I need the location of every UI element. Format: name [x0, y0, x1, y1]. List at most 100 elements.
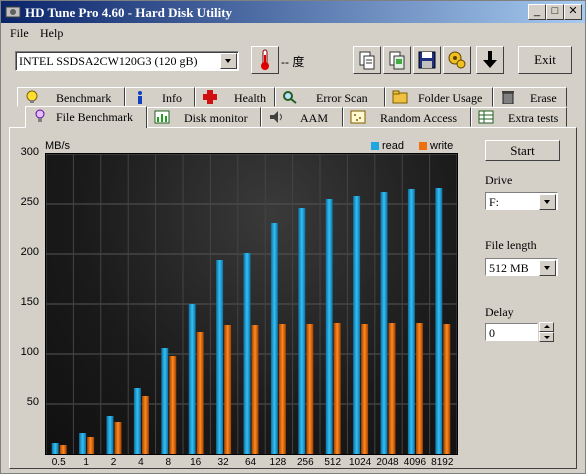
- drive-label: Drive: [485, 173, 513, 187]
- tab-disk-monitor[interactable]: Disk monitor: [147, 107, 261, 127]
- tab-label: File Benchmark: [56, 110, 133, 124]
- tab-benchmark[interactable]: Benchmark: [17, 87, 125, 107]
- chevron-down-icon[interactable]: [220, 53, 237, 69]
- x-tick-label: 16: [190, 457, 202, 468]
- menu-help[interactable]: Help: [40, 26, 63, 41]
- drive-letter-select[interactable]: F:: [485, 192, 558, 210]
- tab-label: AAM: [300, 111, 329, 125]
- drive-select[interactable]: INTEL SSDSA2CW120G3 (120 gB): [15, 51, 239, 71]
- spin-down-icon[interactable]: [539, 332, 554, 342]
- maximize-button[interactable]: □: [546, 4, 564, 20]
- copy-icon: [359, 51, 375, 70]
- tab-folder-usage[interactable]: Folder Usage: [385, 87, 493, 107]
- file-length-select[interactable]: 512 MB: [485, 258, 558, 276]
- table-icon: [478, 110, 494, 124]
- tab-error-scan[interactable]: Error Scan: [275, 87, 385, 107]
- tab-info[interactable]: Info: [125, 87, 195, 107]
- file-length-label: File length: [485, 238, 537, 252]
- tab-label: Disk monitor: [184, 111, 248, 125]
- legend-label-read: read: [382, 140, 405, 152]
- tab-label: Random Access: [380, 111, 457, 125]
- tab-label: Info: [162, 91, 182, 105]
- x-tick-label: 64: [244, 457, 257, 468]
- delay-label: Delay: [485, 305, 514, 319]
- x-tick-label: 8: [165, 457, 172, 468]
- x-tick-label: 512: [324, 457, 342, 468]
- write-bar: [251, 325, 259, 454]
- y-tick-label: 150: [20, 296, 39, 308]
- temperature-button[interactable]: [251, 46, 279, 74]
- y-tick-label: 250: [20, 196, 39, 208]
- read-bar: [325, 199, 333, 454]
- chevron-down-icon[interactable]: [539, 194, 556, 210]
- write-bar: [443, 324, 451, 454]
- tab-random-access[interactable]: Random Access: [343, 107, 471, 127]
- y-tick-label: 200: [20, 246, 39, 258]
- delay-value: 0: [489, 326, 495, 340]
- menu-file[interactable]: File: [10, 26, 29, 41]
- x-tick-label: 4: [138, 457, 144, 468]
- bar-chart-icon: [154, 110, 170, 124]
- title-bar[interactable]: HD Tune Pro 4.60 - Hard Disk Utility _ □…: [1, 1, 585, 23]
- read-bar: [407, 189, 415, 454]
- tab-extra-tests[interactable]: Extra tests: [471, 107, 567, 127]
- read-bar: [353, 196, 361, 454]
- close-button[interactable]: ✕: [564, 4, 582, 20]
- save-button[interactable]: [413, 46, 441, 74]
- write-bar: [415, 323, 423, 454]
- app-icon: [5, 6, 21, 18]
- chevron-down-icon[interactable]: [539, 260, 556, 276]
- read-bar: [133, 388, 141, 454]
- y-tick-label: 100: [20, 346, 39, 358]
- write-bar: [224, 325, 232, 454]
- tab-label: Health: [234, 91, 266, 105]
- read-bar: [161, 348, 169, 454]
- read-bar: [270, 223, 278, 454]
- spin-up-icon[interactable]: [539, 322, 554, 332]
- tab-health[interactable]: Health: [195, 87, 275, 107]
- settings-icon: [448, 51, 466, 69]
- drive-select-value: INTEL SSDSA2CW120G3 (120 gB): [19, 54, 198, 68]
- floppy-disk-icon: [418, 51, 436, 69]
- tab-label: Extra tests: [508, 111, 559, 125]
- copy-info-button[interactable]: [353, 46, 381, 74]
- trash-icon: [502, 91, 514, 104]
- chart-unit-label: MB/s: [45, 140, 71, 152]
- tab-erase[interactable]: Erase: [493, 87, 567, 107]
- tab-label: Error Scan: [316, 91, 368, 105]
- start-button[interactable]: Start: [485, 140, 560, 161]
- read-bar: [79, 433, 87, 454]
- tab-aam[interactable]: AAM: [261, 107, 343, 127]
- x-tick-label: 256: [296, 457, 314, 468]
- read-bar: [188, 304, 196, 454]
- minimize-button[interactable]: _: [528, 4, 546, 20]
- copy-screenshot-button[interactable]: [383, 46, 411, 74]
- arrow-down-icon: [483, 51, 497, 68]
- temperature-readout: -- 度: [281, 55, 305, 69]
- y-tick-label: 300: [20, 146, 39, 158]
- lightbulb-icon: [26, 90, 38, 103]
- write-bar: [59, 445, 67, 454]
- legend-write: write: [419, 140, 453, 152]
- window-title: HD Tune Pro 4.60 - Hard Disk Utility: [25, 5, 233, 20]
- options-button[interactable]: [443, 46, 471, 74]
- menu-bar: File Help: [1, 24, 585, 42]
- write-bar: [278, 324, 286, 454]
- legend-label-write: write: [430, 140, 454, 152]
- tab-file-benchmark[interactable]: File Benchmark: [25, 106, 147, 128]
- drive-letter-value: F:: [489, 195, 500, 209]
- download-button[interactable]: [476, 46, 504, 74]
- legend-swatch-write: [419, 142, 427, 151]
- read-bar: [243, 253, 251, 454]
- write-bar: [169, 356, 177, 454]
- tab-label: Benchmark: [56, 91, 112, 105]
- exit-button[interactable]: Exit: [518, 46, 572, 74]
- benchmark-chart: [45, 153, 458, 455]
- x-tick-label: 4096: [403, 457, 427, 468]
- tab-label: Erase: [530, 91, 557, 105]
- magnifier-icon: [283, 91, 297, 104]
- delay-input[interactable]: 0: [485, 323, 538, 341]
- write-bar: [114, 422, 122, 454]
- write-bar: [388, 323, 396, 454]
- write-bar: [333, 323, 341, 454]
